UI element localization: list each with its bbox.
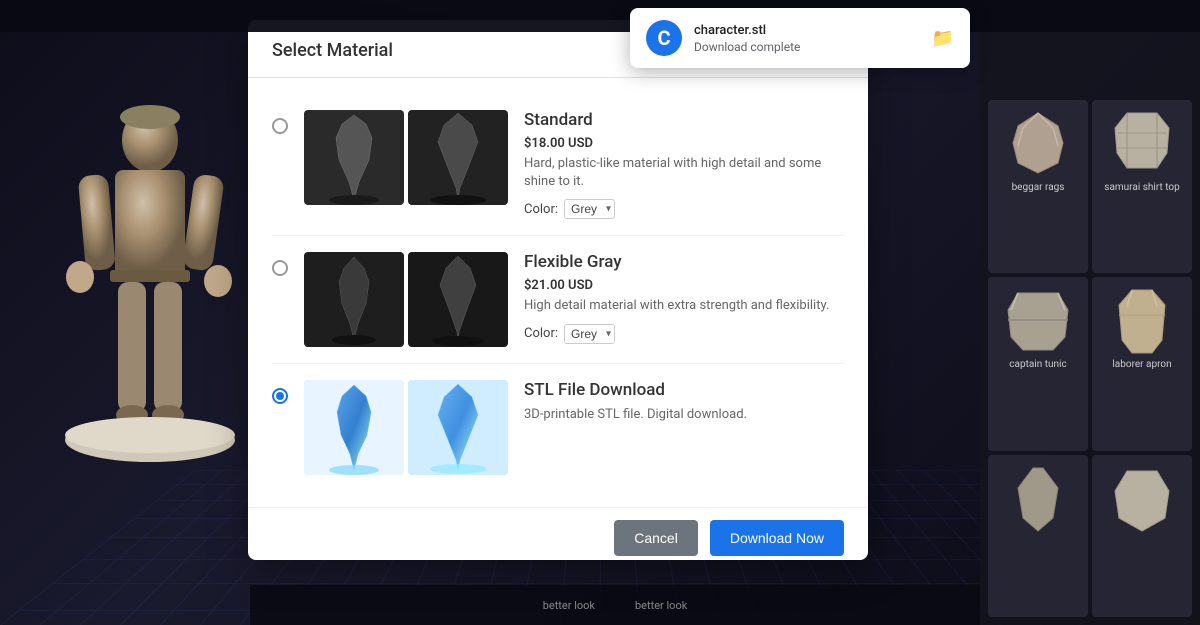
color-select-standard[interactable]: Grey [564,199,615,219]
material-info-stl: STL File Download 3D-printable STL file.… [524,380,844,432]
armor-item-label: beggar rags [1012,182,1065,193]
material-images-flexible [304,252,508,347]
radio-standard[interactable] [272,118,288,134]
character-figure [40,85,260,565]
material-info-standard: Standard $18.00 USD Hard, plastic-like m… [524,110,844,219]
material-name: Flexible Gray [524,252,844,272]
color-select-flexible[interactable]: Grey [564,324,615,344]
bottom-link-1[interactable]: better look [543,599,595,612]
select-material-modal: Select Material [248,20,868,560]
material-color: Color: Grey [524,324,844,344]
download-filename: character.stl [694,23,920,38]
list-item[interactable] [1092,455,1192,617]
material-desc: High detail material with extra strength… [524,297,844,315]
open-folder-icon[interactable]: 📁 [932,28,954,49]
list-item[interactable] [988,455,1088,617]
material-desc: Hard, plastic-like material with high de… [524,155,844,191]
armor-item-label: captain tunic [1009,359,1066,370]
download-status: Download complete [694,40,920,54]
material-info-flexible: Flexible Gray $21.00 USD High detail mat… [524,252,844,343]
material-name: STL File Download [524,380,844,400]
radio-flexible[interactable] [272,260,288,276]
download-info: character.stl Download complete [694,23,920,54]
list-item[interactable]: captain tunic [988,277,1088,450]
material-option-flexible[interactable]: Flexible Gray $21.00 USD High detail mat… [272,236,844,364]
color-select-wrap[interactable]: Grey [564,199,615,219]
material-option-standard[interactable]: Standard $18.00 USD Hard, plastic-like m… [272,94,844,236]
material-images-standard [304,110,508,205]
modal-footer: Cancel Download Now [248,507,868,560]
cancel-button[interactable]: Cancel [614,520,698,556]
list-item[interactable]: beggar rags [988,100,1088,273]
material-name: Standard [524,110,844,130]
material-color: Color: Grey [524,199,844,219]
radio-stl[interactable] [272,388,288,404]
material-img-1 [304,110,404,205]
material-price: $21.00 USD [524,278,844,293]
modal-body: Standard $18.00 USD Hard, plastic-like m… [248,78,868,507]
material-img-flex-1 [304,252,404,347]
right-panel: beggar rags samurai shirt top captain tu… [980,0,1200,625]
material-price: $18.00 USD [524,136,844,151]
material-images-stl [304,380,508,475]
material-desc: 3D-printable STL file. Digital download. [524,406,844,424]
material-img-stl-1 [304,380,404,475]
material-img-2 [408,110,508,205]
download-now-button[interactable]: Download Now [710,520,844,556]
list-item[interactable]: laborer apron [1092,277,1192,450]
armor-item-label: samurai shirt top [1104,182,1179,193]
list-item[interactable]: samurai shirt top [1092,100,1192,273]
bottom-bar: better look better look [250,585,980,625]
download-app-icon: C [646,20,682,56]
top-bar: Union ▾ Armor Rarity New! [0,0,1200,32]
bottom-link-2[interactable]: better look [635,599,687,612]
material-option-stl[interactable]: STL File Download 3D-printable STL file.… [272,364,844,491]
material-img-flex-2 [408,252,508,347]
armor-item-label: laborer apron [1112,359,1171,370]
color-select-wrap[interactable]: Grey [564,324,615,344]
material-img-stl-2 [408,380,508,475]
download-notification: C character.stl Download complete 📁 [630,8,970,68]
